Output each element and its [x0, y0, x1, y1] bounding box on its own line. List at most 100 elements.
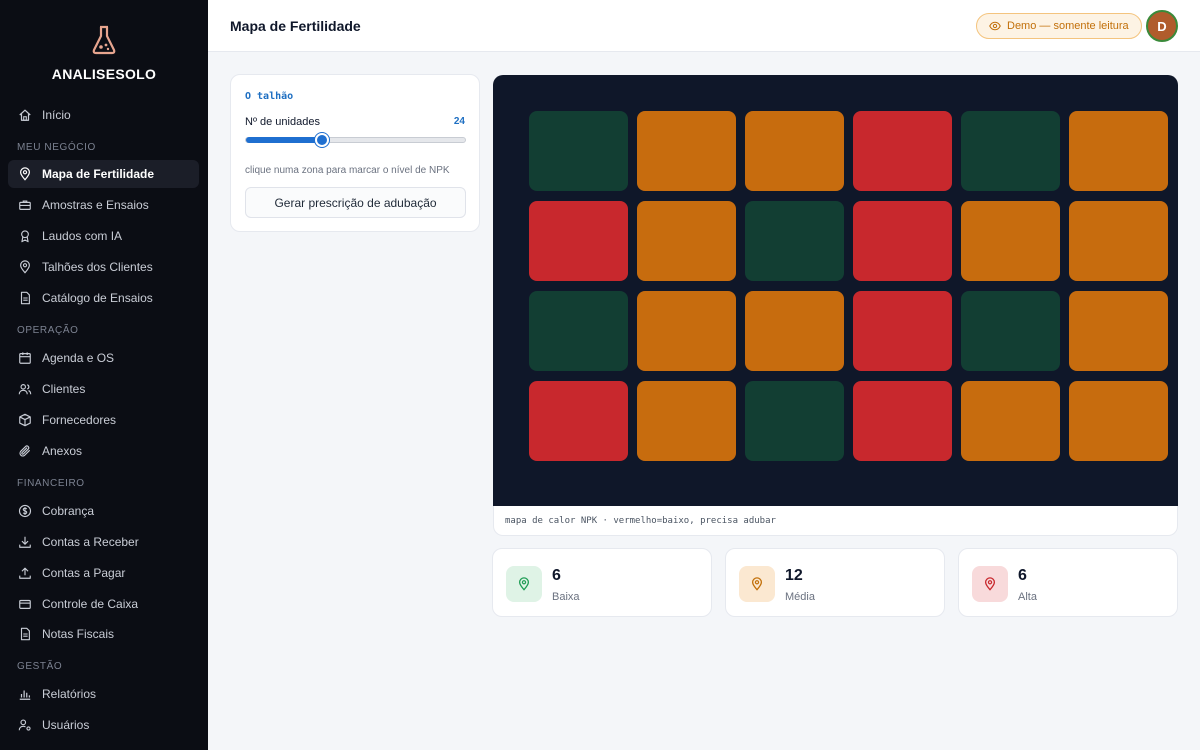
package-icon: [19, 413, 31, 427]
upload-icon: [19, 567, 31, 579]
flask-icon: [92, 25, 116, 55]
heatmap-cell-media[interactable]: [1069, 291, 1168, 371]
page-title: Mapa de Fertilidade: [230, 18, 361, 34]
sidebar-item-label: Usuários: [42, 718, 90, 732]
sidebar-item-clients[interactable]: Clientes: [8, 375, 199, 403]
sidebar-item-label: Clientes: [42, 382, 86, 396]
sidebar-item-label: Laudos com IA: [42, 229, 123, 243]
card-title: O talhão: [245, 91, 294, 102]
units-label: Nº de unidades: [245, 116, 320, 128]
plot-control-card: O talhão Nº de unidades 24 clique numa z…: [230, 74, 480, 232]
sidebar-item-client-plots[interactable]: Talhões dos Clientes: [8, 253, 199, 281]
nav-section-operation: OPERAÇÃO: [17, 325, 79, 336]
heatmap-cell-media[interactable]: [637, 201, 736, 281]
heatmap-caption: mapa de calor NPK · vermelho=baixo, prec…: [505, 516, 776, 526]
heatmap-cell-media[interactable]: [745, 111, 844, 191]
heatmap-cell-media[interactable]: [1069, 111, 1168, 191]
sidebar-item-label: Notas Fiscais: [42, 627, 115, 641]
heatmap-cell-baixa[interactable]: [853, 111, 952, 191]
sidebar: ANALISESOLO Início MEU NEGÓCIO Mapa de F…: [0, 0, 208, 750]
map-pin-icon: [518, 577, 530, 591]
file-text-icon: [20, 291, 30, 305]
heatmap-cell-media[interactable]: [637, 111, 736, 191]
nav-section-management: GESTÃO: [17, 661, 63, 672]
sidebar-item-reports[interactable]: Relatórios: [8, 680, 199, 708]
eye-icon: [989, 21, 1001, 31]
sidebar-item-attachments[interactable]: Anexos: [8, 437, 199, 465]
stat-label-high: Alta: [1018, 591, 1037, 603]
demo-badge-label: Demo — somente leitura: [1007, 20, 1129, 32]
heatmap-cell-alta[interactable]: [961, 291, 1060, 371]
heatmap-cell-alta[interactable]: [961, 111, 1060, 191]
heatmap-cell-media[interactable]: [637, 381, 736, 461]
heatmap-cell-media[interactable]: [1069, 381, 1168, 461]
sidebar-item-samples[interactable]: Amostras e Ensaios: [8, 191, 199, 219]
heatmap-cell-alta[interactable]: [529, 291, 628, 371]
sidebar-item-label: Catálogo de Ensaios: [42, 291, 153, 305]
wallet-icon: [19, 599, 31, 609]
heatmap-cell-alta[interactable]: [745, 201, 844, 281]
stat-value-high: 6: [1018, 567, 1027, 584]
file-text-icon: [20, 627, 30, 641]
heatmap-cell-baixa[interactable]: [529, 201, 628, 281]
generate-prescription-button[interactable]: Gerar prescrição de adubação: [245, 187, 466, 218]
hint-text: clique numa zona para marcar o nível de …: [245, 165, 450, 176]
heatmap-cell-media[interactable]: [745, 291, 844, 371]
map-pin-icon: [751, 577, 763, 591]
sidebar-item-fertility-map[interactable]: Mapa de Fertilidade: [8, 160, 199, 188]
map-pin-icon: [984, 577, 996, 591]
sidebar-item-cash[interactable]: Controle de Caixa: [8, 590, 199, 618]
sidebar-item-schedule[interactable]: Agenda e OS: [8, 344, 199, 372]
slider-fill: [246, 137, 322, 143]
units-value: 24: [453, 116, 465, 127]
heatmap-cell-alta[interactable]: [529, 111, 628, 191]
stat-value-low: 6: [552, 567, 561, 584]
stat-label-medium: Média: [785, 591, 815, 603]
sidebar-item-users[interactable]: Usuários: [8, 711, 199, 739]
sidebar-item-payables[interactable]: Contas a Pagar: [8, 559, 199, 587]
sidebar-item-reports-ai[interactable]: Laudos com IA: [8, 222, 199, 250]
heatmap-cell-alta[interactable]: [745, 381, 844, 461]
npk-heatmap: [493, 75, 1178, 506]
sidebar-item-label: Amostras e Ensaios: [42, 198, 149, 212]
users-icon: [18, 384, 32, 395]
heatmap-cell-media[interactable]: [1069, 201, 1168, 281]
top-header: Mapa de Fertilidade Demo — somente leitu…: [208, 0, 1200, 52]
briefcase-icon: [19, 200, 31, 210]
dollar-icon: [18, 504, 32, 518]
heatmap-cell-media[interactable]: [637, 291, 736, 371]
slider-thumb[interactable]: [315, 133, 329, 147]
map-pin-icon: [20, 167, 30, 181]
heatmap-cell-baixa[interactable]: [529, 381, 628, 461]
stat-card-high: 6 Alta: [958, 548, 1178, 617]
heatmap-cell-baixa[interactable]: [853, 381, 952, 461]
sidebar-item-invoices[interactable]: Notas Fiscais: [8, 620, 199, 648]
map-pin-icon: [20, 260, 30, 274]
avatar[interactable]: D: [1146, 10, 1178, 42]
sidebar-item-billing[interactable]: Cobrança: [8, 497, 199, 525]
nav-section-financial: FINANCEIRO: [17, 478, 85, 489]
stat-icon-low: [506, 566, 542, 602]
sidebar-item-catalog[interactable]: Catálogo de Ensaios: [8, 284, 199, 312]
stat-icon-high: [972, 566, 1008, 602]
heatmap-cell-media[interactable]: [961, 201, 1060, 281]
paperclip-icon: [19, 445, 30, 457]
heatmap-cell-baixa[interactable]: [853, 201, 952, 281]
sidebar-item-home[interactable]: Início: [8, 101, 199, 129]
sidebar-item-suppliers[interactable]: Fornecedores: [8, 406, 199, 434]
sidebar-item-label: Fornecedores: [42, 413, 117, 427]
sidebar-item-label: Agenda e OS: [42, 351, 115, 365]
sidebar-item-receivables[interactable]: Contas a Receber: [8, 528, 199, 556]
heatmap-caption-bar: mapa de calor NPK · vermelho=baixo, prec…: [493, 506, 1178, 536]
demo-badge: Demo — somente leitura: [976, 13, 1142, 39]
stat-label-low: Baixa: [552, 591, 580, 603]
stat-value-medium: 12: [785, 567, 803, 584]
stat-card-medium: 12 Média: [725, 548, 945, 617]
sidebar-item-label: Contas a Receber: [42, 535, 139, 549]
units-slider[interactable]: [245, 133, 466, 147]
award-icon: [21, 230, 29, 243]
heatmap-cell-media[interactable]: [961, 381, 1060, 461]
heatmap-cell-baixa[interactable]: [853, 291, 952, 371]
download-icon: [19, 536, 31, 548]
sidebar-item-label: Início: [42, 108, 71, 122]
